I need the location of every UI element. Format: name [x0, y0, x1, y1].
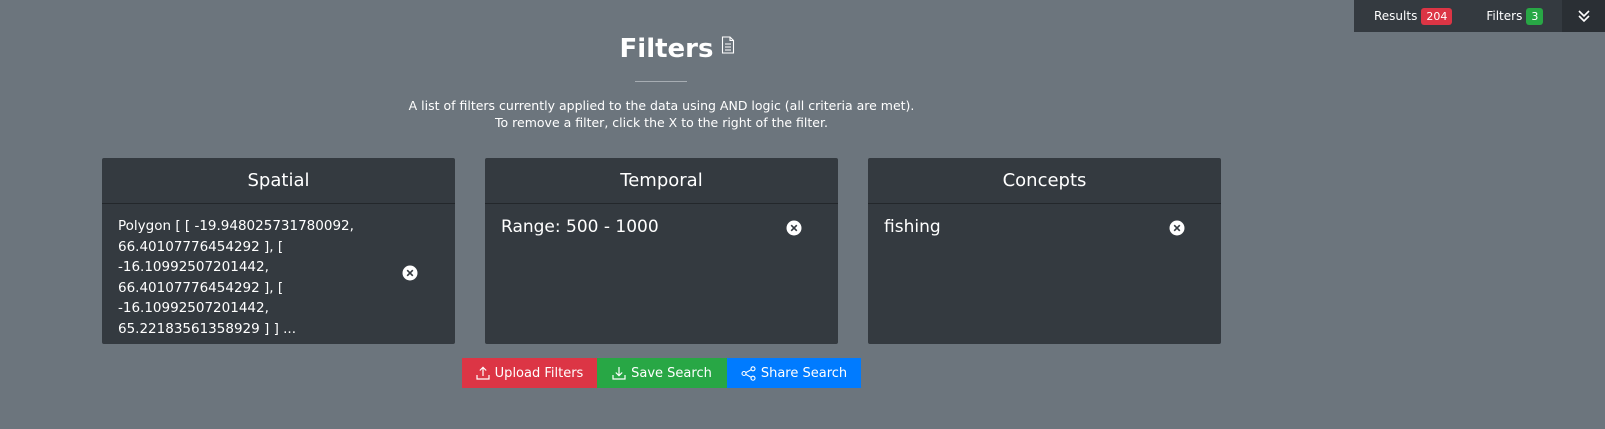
upload-filters-label: Upload Filters [494, 365, 584, 381]
spatial-card-heading: Spatial [102, 158, 455, 204]
spatial-filter-value: Polygon [ [ -19.948025731780092, 66.4010… [118, 216, 358, 339]
temporal-card-body: Range: 500 - 1000 [485, 204, 838, 250]
spatial-line: 65.22183561358929 ] ] ... [118, 320, 296, 337]
page-header: Filters [0, 34, 1355, 64]
description-line-1: A list of filters currently applied to t… [408, 98, 915, 113]
download-icon [612, 367, 626, 380]
save-search-button[interactable]: Save Search [597, 358, 727, 388]
document-icon[interactable] [721, 36, 735, 54]
spatial-line: 66.40107776454292 ], [ [118, 238, 284, 255]
concepts-filter-value: fishing [884, 217, 941, 237]
page-title-text: Filters [619, 34, 714, 64]
concepts-filter-card: Concepts fishing [868, 158, 1221, 344]
spatial-line: 66.40107776454292 ], [ [118, 279, 284, 296]
remove-spatial-filter-icon[interactable] [402, 265, 418, 281]
collapse-toggle-button[interactable] [1562, 0, 1605, 32]
page-title: Filters [620, 34, 736, 64]
spatial-card-body: Polygon [ [ -19.948025731780092, 66.4010… [102, 204, 455, 344]
upload-icon [476, 366, 490, 380]
concepts-card-body: fishing [868, 204, 1221, 250]
filters-tab[interactable]: Filters 3 [1486, 0, 1544, 32]
spatial-line: -16.10992507201442, [118, 300, 269, 316]
results-tab[interactable]: Results 204 [1374, 0, 1453, 32]
spatial-filter-card: Spatial Polygon [ [ -19.948025731780092,… [102, 158, 455, 344]
filter-actions: Upload Filters Save Search Share Search [462, 358, 861, 388]
spatial-line: -16.10992507201442, [118, 259, 269, 275]
results-count-badge: 204 [1421, 7, 1453, 25]
share-search-button[interactable]: Share Search [727, 358, 861, 388]
title-divider [635, 81, 687, 82]
description-line-2: To remove a filter, click the X to the r… [495, 115, 828, 130]
temporal-filter-card: Temporal Range: 500 - 1000 [485, 158, 838, 344]
save-search-label: Save Search [631, 365, 712, 381]
filters-description: A list of filters currently applied to t… [0, 97, 1323, 131]
upload-filters-button[interactable]: Upload Filters [462, 358, 597, 388]
concepts-card-heading: Concepts [868, 158, 1221, 204]
share-icon [741, 365, 756, 381]
results-filters-bar: Results 204 Filters 3 [1354, 0, 1605, 32]
filters-count-badge: 3 [1526, 7, 1544, 25]
double-chevron-down-icon [1577, 10, 1590, 23]
temporal-card-heading: Temporal [485, 158, 838, 204]
remove-concepts-filter-icon[interactable] [1169, 220, 1185, 236]
temporal-filter-value: Range: 500 - 1000 [501, 217, 659, 237]
remove-temporal-filter-icon[interactable] [786, 220, 802, 236]
results-label: Results [1374, 9, 1418, 23]
share-search-label: Share Search [760, 365, 848, 381]
spatial-line: Polygon [ [ -19.948025731780092, [118, 218, 354, 234]
filters-label: Filters [1486, 9, 1523, 23]
